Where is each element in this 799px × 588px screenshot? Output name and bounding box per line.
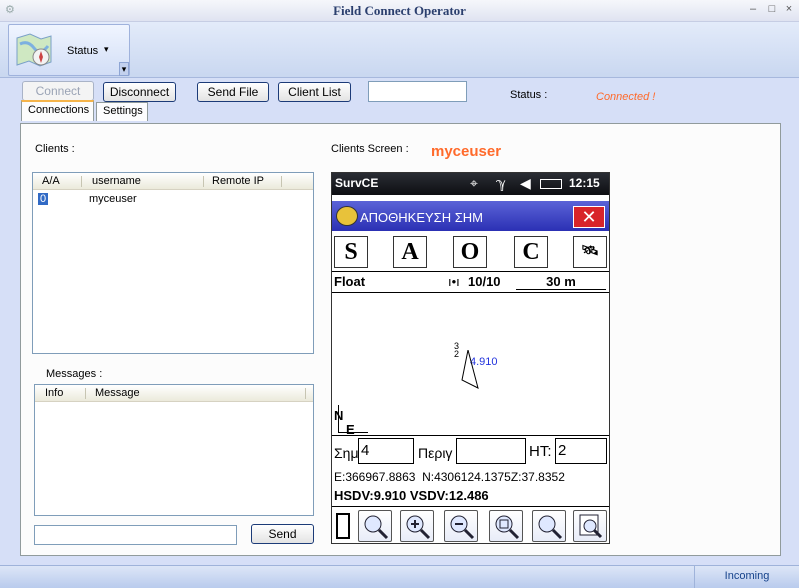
column-header-username[interactable]: username bbox=[92, 175, 141, 187]
device-close-icon[interactable]: ✕ bbox=[573, 206, 605, 228]
height-field[interactable]: 2 bbox=[555, 438, 607, 464]
row-aa-cell: 0 bbox=[38, 193, 49, 205]
tab-bar: Connections Settings bbox=[8, 100, 790, 124]
row-username-cell: myceuser bbox=[89, 193, 137, 205]
messages-list-header: Info Message bbox=[35, 385, 313, 402]
coordinates-readout: E:366967.8863 N:4306124.1375Z:37.8352 bbox=[334, 470, 565, 484]
position-triangle-icon bbox=[460, 349, 480, 393]
column-header-remote-ip[interactable]: Remote IP bbox=[212, 175, 264, 187]
disconnect-button[interactable]: Disconnect bbox=[103, 82, 176, 102]
device-app-name: SurvCE bbox=[335, 176, 379, 190]
maximize-button[interactable]: □ bbox=[765, 2, 779, 16]
device-tool-a[interactable]: A bbox=[393, 236, 427, 268]
client-list-button[interactable]: Client List bbox=[278, 82, 351, 102]
device-clock: 12:15 bbox=[569, 176, 600, 190]
divider bbox=[332, 506, 609, 507]
signal-off-icon: ℽ bbox=[496, 175, 507, 191]
ribbon-overflow-button[interactable]: ▾ bbox=[119, 62, 129, 76]
zoom-detail-icon[interactable] bbox=[573, 510, 607, 542]
description-label: Περιγ bbox=[418, 445, 453, 461]
device-battery-icon bbox=[336, 513, 350, 539]
clients-label: Clients : bbox=[35, 143, 75, 155]
messages-list[interactable]: Info Message bbox=[34, 384, 314, 516]
device-tool-c[interactable]: C bbox=[514, 236, 548, 268]
messages-label: Messages : bbox=[46, 368, 103, 380]
column-header-aa[interactable]: A/A bbox=[42, 175, 60, 187]
remote-device-screen[interactable]: SurvCE ⌖ ℽ ◀ 12:15 ΑΠΟΘΗΚΕΥΣΗ ΣΗΜ ✕ S A … bbox=[331, 172, 610, 544]
device-header-title: ΑΠΟΘΗΚΕΥΣΗ ΣΗΜ bbox=[360, 210, 483, 225]
column-divider bbox=[305, 388, 306, 399]
zoom-previous-icon[interactable] bbox=[532, 510, 566, 542]
column-divider bbox=[203, 176, 204, 187]
zoom-out-icon[interactable] bbox=[444, 510, 478, 542]
zoom-in-icon[interactable] bbox=[400, 510, 434, 542]
status-label: Status : bbox=[510, 89, 548, 101]
status-bar bbox=[0, 565, 799, 588]
helmet-icon bbox=[336, 206, 358, 226]
map-icon bbox=[14, 30, 54, 70]
solution-status: Float bbox=[334, 274, 366, 289]
point-id-field[interactable]: 4 bbox=[358, 438, 414, 464]
send-file-button[interactable]: Send File bbox=[197, 82, 269, 102]
device-tool-o[interactable]: O bbox=[453, 236, 487, 268]
connect-button[interactable]: Connect bbox=[22, 81, 94, 101]
window-title: Field Connect Operator bbox=[333, 3, 466, 18]
zoom-window-icon[interactable] bbox=[489, 510, 523, 542]
column-divider bbox=[281, 176, 282, 187]
device-tool-s[interactable]: S bbox=[334, 236, 368, 268]
message-input[interactable] bbox=[34, 525, 237, 545]
minimize-button[interactable]: – bbox=[746, 2, 760, 16]
chevron-down-icon: ▾ bbox=[104, 44, 109, 54]
incoming-indicator: Incoming bbox=[694, 566, 799, 588]
battery-icon bbox=[540, 179, 562, 189]
file-path-input[interactable] bbox=[368, 81, 467, 102]
column-divider bbox=[81, 176, 82, 187]
clients-screen-label: Clients Screen : bbox=[331, 143, 409, 155]
column-header-message[interactable]: Message bbox=[95, 387, 140, 399]
table-row[interactable]: 0 myceuser bbox=[33, 192, 313, 207]
compass-axis bbox=[338, 432, 368, 433]
column-divider bbox=[85, 388, 86, 399]
gps-icon: ⌖ bbox=[470, 175, 478, 191]
close-button[interactable]: × bbox=[782, 2, 796, 16]
tab-connections[interactable]: Connections bbox=[21, 100, 94, 121]
compass-axis bbox=[338, 405, 339, 433]
send-button[interactable]: Send bbox=[251, 524, 314, 544]
column-header-info[interactable]: Info bbox=[45, 387, 63, 399]
description-field[interactable] bbox=[456, 438, 526, 464]
map-point-label: 2 bbox=[454, 349, 460, 359]
precision-readout: HSDV:9.910 VSDV:12.486 bbox=[334, 488, 489, 503]
status-menu-label: Status bbox=[67, 45, 99, 57]
satellite-icon[interactable]: 🛰 bbox=[573, 236, 607, 268]
satellite-count: 10/10 bbox=[468, 274, 501, 289]
antenna-icon: ı•ı bbox=[448, 274, 460, 289]
tab-settings[interactable]: Settings bbox=[96, 102, 148, 121]
clients-screen-user: myceuser bbox=[431, 143, 502, 160]
clients-list-header: A/A username Remote IP bbox=[33, 173, 313, 190]
divider bbox=[332, 435, 609, 436]
height-label: HT: bbox=[529, 443, 552, 460]
zoom-extents-icon[interactable] bbox=[358, 510, 392, 542]
volume-icon: ◀ bbox=[520, 175, 531, 191]
clients-list[interactable]: A/A username Remote IP 0 myceuser bbox=[32, 172, 314, 354]
point-label: Σημ bbox=[334, 445, 359, 461]
map-scale: 30 m bbox=[516, 274, 606, 290]
